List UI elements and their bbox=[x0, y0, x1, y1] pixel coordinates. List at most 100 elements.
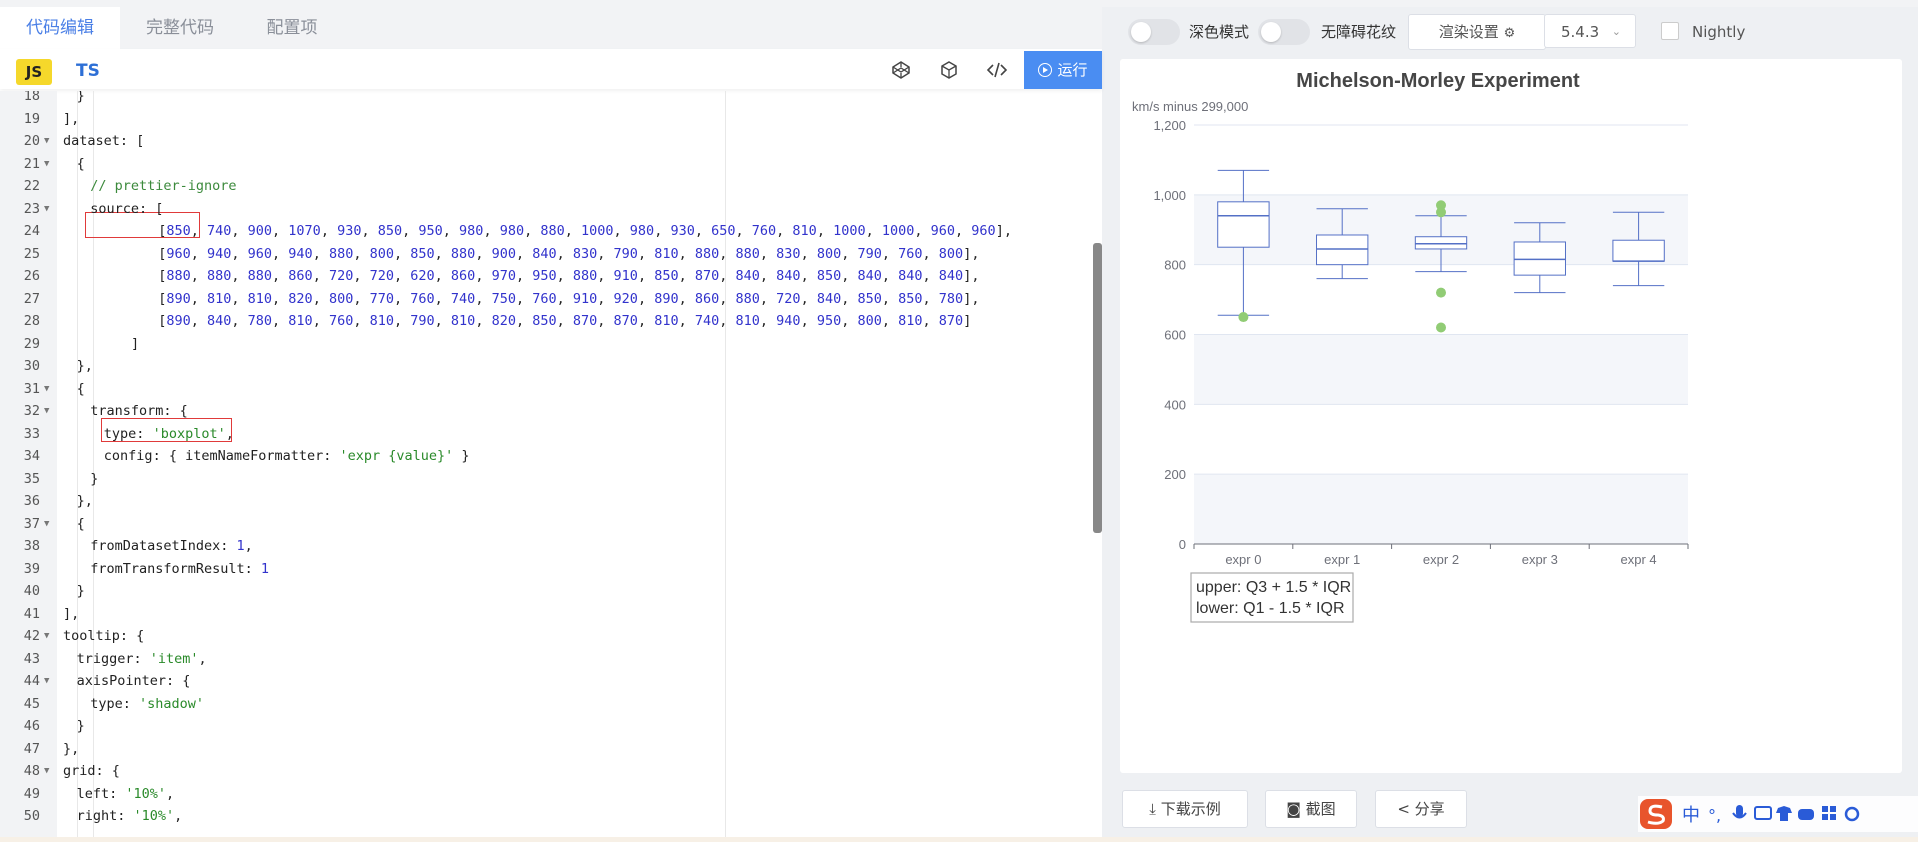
render-settings-label: 渲染设置 bbox=[1438, 23, 1499, 41]
line-number: 25 bbox=[23, 245, 40, 262]
embed-code-icon[interactable] bbox=[986, 59, 1008, 81]
tab-config[interactable]: 配置项 bbox=[240, 7, 344, 49]
line-number: 50 bbox=[23, 808, 40, 824]
line-number: 24 bbox=[23, 223, 40, 239]
code-number: 840 bbox=[857, 268, 882, 284]
code-token: } bbox=[90, 470, 99, 487]
code-number: 850 bbox=[532, 313, 557, 329]
download-example-button[interactable]: ⤓ 下载示例 bbox=[1122, 790, 1248, 828]
code-token: ], bbox=[963, 245, 980, 262]
code-token: } bbox=[453, 448, 470, 464]
code-token: { bbox=[76, 155, 85, 172]
code-line: 44 ▼ axisPointer: { bbox=[0, 670, 1102, 693]
code-line: 43 trigger: 'item', bbox=[0, 648, 1102, 671]
code-token: transform: { bbox=[90, 403, 188, 419]
code-token: '10%' bbox=[133, 808, 175, 824]
code-number: 880 bbox=[166, 268, 191, 284]
line-number: 29 bbox=[23, 335, 40, 352]
lang-js-button[interactable]: JS bbox=[16, 59, 52, 85]
x-tick-label: expr 1 bbox=[1324, 552, 1360, 567]
chart-title: Michelson-Morley Experiment bbox=[1296, 70, 1580, 92]
fold-arrow-icon[interactable]: ▼ bbox=[44, 625, 49, 648]
box-iqr bbox=[1414, 236, 1468, 250]
share-label: 分享 bbox=[1414, 800, 1445, 818]
line-number: 42 bbox=[23, 628, 40, 644]
line-number: 37 bbox=[23, 515, 40, 532]
fold-arrow-icon[interactable]: ▼ bbox=[44, 130, 49, 153]
share-button[interactable]: < 分享 bbox=[1375, 790, 1467, 828]
code-text: trigger: 'item', bbox=[77, 648, 207, 671]
fold-arrow-icon[interactable]: ▼ bbox=[44, 153, 49, 176]
version-select[interactable]: 5.4.3 ⌄ bbox=[1544, 14, 1636, 48]
code-number: 800 bbox=[938, 245, 964, 262]
code-number: 870 bbox=[938, 313, 964, 329]
screenshot-button[interactable]: ◙ 截图 bbox=[1265, 790, 1357, 828]
code-text: [880, 880, 880, 860, 720, 720, 620, 860,… bbox=[158, 268, 980, 284]
code-token: } bbox=[76, 91, 85, 104]
punctuation-icon[interactable]: °, bbox=[1708, 806, 1721, 825]
code-number: 850 bbox=[166, 223, 191, 239]
fold-arrow-icon[interactable]: ▼ bbox=[44, 378, 49, 401]
line-number: 38 bbox=[23, 538, 40, 554]
fold-arrow-icon[interactable]: ▼ bbox=[44, 513, 49, 536]
dark-mode-toggle[interactable] bbox=[1128, 19, 1180, 45]
code-number: 720 bbox=[328, 268, 354, 284]
code-number: 880 bbox=[735, 245, 760, 262]
code-number: 840 bbox=[776, 268, 801, 284]
code-number: 980 bbox=[459, 223, 484, 239]
codesandbox-icon[interactable] bbox=[938, 59, 960, 81]
line-number: 21 bbox=[23, 155, 40, 172]
codepen-icon[interactable] bbox=[890, 59, 912, 81]
lang-ts-button[interactable]: TS bbox=[76, 57, 100, 85]
code-number: 1000 bbox=[833, 223, 866, 239]
code-token: 1 bbox=[236, 538, 245, 554]
code-line: 37 ▼ { bbox=[0, 513, 1102, 536]
code-line: 18} bbox=[0, 91, 1102, 108]
share-icon: < bbox=[1397, 800, 1410, 818]
fold-arrow-icon[interactable]: ▼ bbox=[44, 670, 49, 693]
code-number: 1000 bbox=[881, 223, 915, 239]
download-icon: ⤓ bbox=[1149, 800, 1156, 818]
taskbar-edge bbox=[0, 837, 1918, 842]
toggle-knob bbox=[1131, 22, 1151, 42]
code-line: 40} bbox=[0, 580, 1102, 603]
robot-icon[interactable] bbox=[1798, 809, 1814, 820]
fold-arrow-icon[interactable]: ▼ bbox=[44, 198, 49, 221]
code-token: 'expr {value}' bbox=[339, 448, 454, 464]
editor-panel: 代码编辑 完整代码 配置项 JS TS 运行 18} 19], 20 ▼ da… bbox=[0, 7, 1102, 837]
code-line: 30}, bbox=[0, 355, 1102, 378]
camera-icon: ◙ bbox=[1286, 800, 1301, 818]
code-line: 49 left: '10%', bbox=[0, 783, 1102, 806]
tab-code-edit[interactable]: 代码编辑 bbox=[0, 7, 120, 49]
code-line: 47}, bbox=[0, 738, 1102, 761]
code-line: 27 [890, 810, 810, 820, 800, 770, 760, 74… bbox=[0, 288, 1102, 311]
accessibility-toggle[interactable] bbox=[1258, 19, 1310, 45]
y-tick-label: 1,000 bbox=[1153, 188, 1186, 203]
fold-arrow-icon[interactable]: ▼ bbox=[44, 400, 49, 423]
sogou-ime-icon[interactable] bbox=[1640, 799, 1672, 829]
outlier-point bbox=[1238, 312, 1249, 323]
x-tick-label: expr 4 bbox=[1621, 552, 1657, 567]
run-button[interactable]: 运行 bbox=[1024, 51, 1102, 89]
gear-icon: ⚙ bbox=[1503, 26, 1516, 41]
code-token: right: bbox=[76, 808, 134, 824]
nightly-checkbox[interactable] bbox=[1661, 22, 1679, 40]
tab-full-code[interactable]: 完整代码 bbox=[120, 7, 240, 49]
code-line: 46} bbox=[0, 715, 1102, 738]
fold-arrow-icon[interactable]: ▼ bbox=[44, 760, 49, 783]
ime-mode-icon[interactable]: 中 bbox=[1682, 805, 1700, 826]
boxplot-chart[interactable]: 0 200 400 600 800 1,000 1,200 expr 0 expr 1 expr … bbox=[1120, 59, 1902, 773]
code-line: 36}, bbox=[0, 490, 1102, 513]
line-number: 33 bbox=[23, 425, 40, 442]
code-number: 1000 bbox=[581, 223, 614, 239]
code-editor[interactable]: 18} 19], 20 ▼ dataset: [21 ▼{22// prettier-ig… bbox=[0, 91, 1102, 837]
render-settings-button[interactable]: 渲染设置 ⚙ bbox=[1408, 14, 1546, 50]
code-number: 910 bbox=[613, 268, 638, 284]
code-number: 890 bbox=[166, 313, 191, 329]
x-tick-label: expr 3 bbox=[1522, 552, 1558, 567]
code-number: 900 bbox=[491, 245, 516, 262]
y-tick-label: 200 bbox=[1164, 467, 1186, 482]
editor-scrollbar[interactable] bbox=[1093, 243, 1102, 533]
line-number: 28 bbox=[23, 313, 40, 329]
code-number: 810 bbox=[450, 313, 476, 329]
